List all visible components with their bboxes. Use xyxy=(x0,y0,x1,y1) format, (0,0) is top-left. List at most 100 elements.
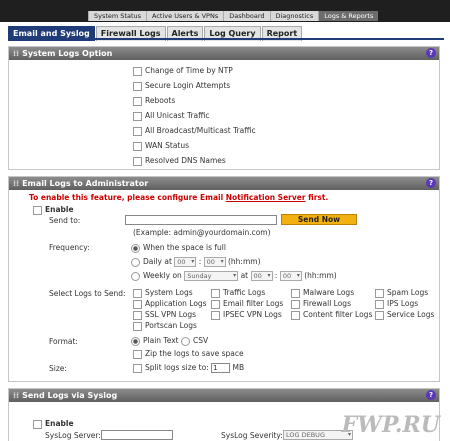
freq-full[interactable]: When the space is full xyxy=(131,243,226,253)
log-ipsec-vpn[interactable]: IPSEC VPN Logs xyxy=(211,310,282,320)
checkbox[interactable] xyxy=(133,96,142,106)
log-portscan[interactable]: Portscan Logs xyxy=(133,321,197,331)
checkbox[interactable] xyxy=(133,299,142,309)
option-broadcast[interactable]: All Broadcast/Multicast Traffic xyxy=(133,126,256,136)
option-secure-login[interactable]: Secure Login Attempts xyxy=(133,81,230,91)
checkbox[interactable] xyxy=(133,363,142,373)
weekly-minute-select[interactable]: 00 xyxy=(279,271,302,281)
size-label: Size: xyxy=(49,364,67,373)
enable-syslog[interactable]: Enable xyxy=(33,419,74,429)
checkbox[interactable] xyxy=(133,156,142,166)
log-ssl-vpn[interactable]: SSL VPN Logs xyxy=(133,310,196,320)
checkbox[interactable] xyxy=(133,310,142,320)
enable-email[interactable]: Enable xyxy=(33,205,74,215)
section-title: Send Logs via Syslog xyxy=(22,391,118,400)
help-icon[interactable]: ? xyxy=(426,48,436,58)
watermark-logo: FWP.RU xyxy=(341,412,440,438)
send-now-button[interactable]: Send Now xyxy=(281,214,357,225)
option-dns[interactable]: Resolved DNS Names xyxy=(133,156,226,166)
checkbox[interactable] xyxy=(133,288,142,298)
checkbox[interactable] xyxy=(211,288,220,298)
option-wan-status[interactable]: WAN Status xyxy=(133,141,189,151)
checkbox[interactable] xyxy=(291,310,300,320)
radio-label: Daily at xyxy=(143,257,172,266)
zip-logs[interactable]: Zip the logs to save space xyxy=(133,349,244,359)
log-service[interactable]: Service Logs xyxy=(375,310,434,320)
freq-daily[interactable]: Daily at 00 : 00 (hh:mm) xyxy=(131,257,261,267)
log-label: Firewall Logs xyxy=(303,299,351,308)
log-system[interactable]: System Logs xyxy=(133,288,193,298)
email-example: (Example: admin@yourdomain.com) xyxy=(133,228,271,237)
checkbox[interactable] xyxy=(375,288,384,298)
daily-hour-select[interactable]: 00 xyxy=(174,257,197,267)
notification-server-link[interactable]: Notification Server xyxy=(226,193,306,202)
section-title: Email Logs to Administrator xyxy=(22,179,149,188)
log-label: SSL VPN Logs xyxy=(145,310,197,319)
radio[interactable] xyxy=(131,336,140,346)
section-header: ⁞⁞ Email Logs to Administrator ? xyxy=(9,177,439,190)
syslog-severity-label: SysLog Severity: xyxy=(221,431,283,440)
checkbox[interactable] xyxy=(291,288,300,298)
checkbox[interactable] xyxy=(133,349,142,359)
log-ips[interactable]: IPS Logs xyxy=(375,299,418,309)
zip-label: Zip the logs to save space xyxy=(145,349,244,358)
log-label: Content filter Logs xyxy=(303,310,373,319)
send-to-label: Send to: xyxy=(49,216,81,225)
nav-dashboard[interactable]: Dashboard xyxy=(223,11,270,21)
weekday-select[interactable]: Sunday xyxy=(184,271,239,281)
split-logs[interactable]: Split logs size to: 1 MB xyxy=(133,363,244,373)
log-email-filter[interactable]: Email filter Logs xyxy=(211,299,283,309)
log-label: System Logs xyxy=(145,288,193,297)
radio[interactable] xyxy=(131,257,140,267)
split-label: Split logs size to: xyxy=(145,363,209,372)
format-plain[interactable]: Plain Text xyxy=(131,336,179,346)
send-to-input[interactable] xyxy=(125,215,277,225)
checkbox[interactable] xyxy=(133,111,142,121)
log-malware[interactable]: Malware Logs xyxy=(291,288,354,298)
option-label: WAN Status xyxy=(145,141,190,150)
help-icon[interactable]: ? xyxy=(426,178,436,188)
checkbox[interactable] xyxy=(133,321,142,331)
log-content-filter[interactable]: Content filter Logs xyxy=(291,310,372,320)
checkbox[interactable] xyxy=(133,81,142,91)
checkbox[interactable] xyxy=(375,310,384,320)
grip-icon: ⁞⁞ xyxy=(13,49,20,58)
nav-logs-reports[interactable]: Logs & Reports xyxy=(318,11,379,21)
freq-weekly[interactable]: Weekly on Sunday at 00 : 00 (hh:mm) xyxy=(131,271,337,281)
checkbox[interactable] xyxy=(33,205,42,215)
checkbox[interactable] xyxy=(33,419,42,429)
log-firewall[interactable]: Firewall Logs xyxy=(291,299,351,309)
log-spam[interactable]: Spam Logs xyxy=(375,288,428,298)
grip-icon: ⁞⁞ xyxy=(13,391,20,400)
daily-minute-select[interactable]: 00 xyxy=(203,257,226,267)
log-label: IPSEC VPN Logs xyxy=(223,310,282,319)
weekly-hour-select[interactable]: 00 xyxy=(250,271,273,281)
radio[interactable] xyxy=(181,336,190,346)
split-unit: MB xyxy=(232,363,245,372)
nav-active-users[interactable]: Active Users & VPNs xyxy=(146,11,224,21)
help-icon[interactable]: ? xyxy=(426,390,436,400)
checkbox[interactable] xyxy=(133,141,142,151)
option-ntp[interactable]: Change of Time by NTP xyxy=(133,66,233,76)
split-size-input[interactable]: 1 xyxy=(211,363,231,373)
nav-system-status[interactable]: System Status xyxy=(88,11,147,21)
checkbox[interactable] xyxy=(375,299,384,309)
checkbox[interactable] xyxy=(133,126,142,136)
option-reboots[interactable]: Reboots xyxy=(133,96,175,106)
hhmm-hint: (hh:mm) xyxy=(228,257,261,266)
option-unicast[interactable]: All Unicast Traffic xyxy=(133,111,210,121)
checkbox[interactable] xyxy=(291,299,300,309)
nav-diagnostics[interactable]: Diagnostics xyxy=(269,11,319,21)
email-logs-section: ⁞⁞ Email Logs to Administrator ? To enabl… xyxy=(8,176,440,382)
syslog-server-input[interactable] xyxy=(101,430,173,440)
checkbox[interactable] xyxy=(133,66,142,76)
log-label: Application Logs xyxy=(145,299,207,308)
format-csv[interactable]: CSV xyxy=(181,336,208,346)
log-application[interactable]: Application Logs xyxy=(133,299,207,309)
radio[interactable] xyxy=(131,243,140,253)
checkbox[interactable] xyxy=(211,310,220,320)
radio-label: When the space is full xyxy=(143,243,226,252)
checkbox[interactable] xyxy=(211,299,220,309)
log-traffic[interactable]: Traffic Logs xyxy=(211,288,265,298)
radio[interactable] xyxy=(131,271,140,281)
